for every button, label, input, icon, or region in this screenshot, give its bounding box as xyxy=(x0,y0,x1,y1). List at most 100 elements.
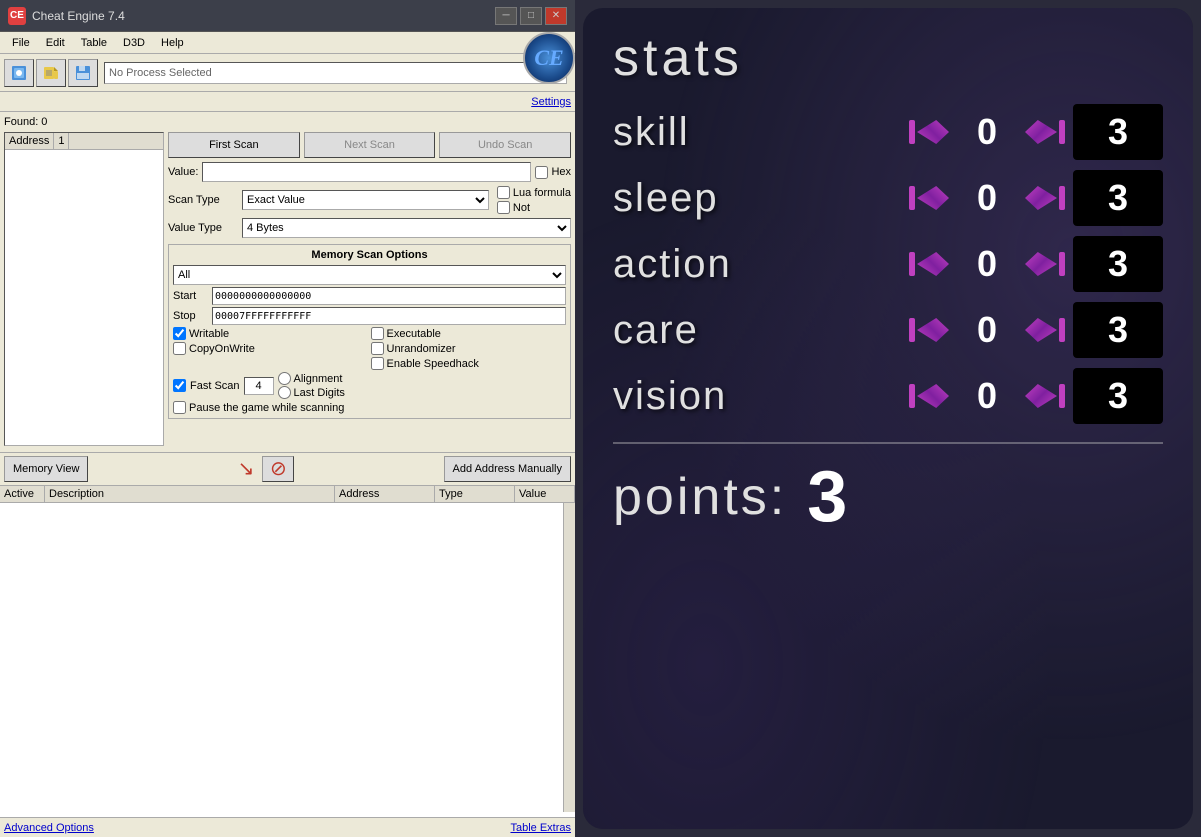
skill-left-arrow-icon xyxy=(917,120,949,144)
close-button[interactable]: ✕ xyxy=(545,7,567,25)
value-col-header: 1 xyxy=(54,133,69,149)
pause-checkbox[interactable] xyxy=(173,401,186,414)
skill-decrement-button[interactable] xyxy=(909,120,949,144)
pause-row: Pause the game while scanning xyxy=(173,401,566,414)
skill-label: skill xyxy=(613,110,833,155)
table-scrollbar[interactable] xyxy=(563,503,575,813)
open-file-button[interactable] xyxy=(36,59,66,87)
menu-table[interactable]: Table xyxy=(73,35,115,51)
table-rows-area[interactable] xyxy=(0,503,563,813)
settings-label[interactable]: Settings xyxy=(531,96,571,108)
open-process-button[interactable] xyxy=(4,59,34,87)
speedhack-checkbox[interactable] xyxy=(371,357,384,370)
copy-on-write-label: CopyOnWrite xyxy=(189,343,255,355)
vision-increment-button[interactable] xyxy=(1025,384,1065,408)
vision-box: 3 xyxy=(1073,368,1163,424)
found-count: Found: 0 xyxy=(4,116,571,128)
minimize-button[interactable]: ─ xyxy=(495,7,517,25)
fast-scan-checkbox[interactable] xyxy=(173,379,186,392)
speedhack-row: Enable Speedhack xyxy=(371,357,567,370)
fast-scan-label: Fast Scan xyxy=(190,380,240,392)
fast-scan-value-input[interactable] xyxy=(244,377,274,395)
address-list-scroll[interactable] xyxy=(5,150,163,445)
scan-buttons: First Scan Next Scan Undo Scan xyxy=(168,132,571,158)
value-row: Value: Hex xyxy=(168,162,571,182)
vision-decrement-button[interactable] xyxy=(909,384,949,408)
vision-increment-bar xyxy=(1059,384,1065,408)
scan-type-row: Scan Type Exact Value Lua formula Not xyxy=(168,186,571,214)
address-table: Active Description Address Type Value xyxy=(0,485,575,818)
sleep-box: 3 xyxy=(1073,170,1163,226)
cheat-engine-window: CE Cheat Engine 7.4 ─ □ ✕ File Edit Tabl… xyxy=(0,0,575,837)
scan-type-select[interactable]: Exact Value xyxy=(242,190,489,210)
action-right-arrow-icon xyxy=(1025,252,1057,276)
action-decrement-bar xyxy=(909,252,915,276)
skill-increment-button[interactable] xyxy=(1025,120,1065,144)
alignment-radio[interactable] xyxy=(278,372,291,385)
action-decrement-button[interactable] xyxy=(909,252,949,276)
menu-file[interactable]: File xyxy=(4,35,38,51)
table-desc-header: Description xyxy=(45,486,335,502)
sleep-increment-button[interactable] xyxy=(1025,186,1065,210)
first-scan-button[interactable]: First Scan xyxy=(168,132,300,158)
ce-main-area: Found: 0 Address 1 First Scan Next Scan … xyxy=(0,112,575,452)
care-right-arrow-icon xyxy=(1025,318,1057,342)
unrandomizer-label: Unrandomizer xyxy=(387,343,456,355)
skill-value: 0 xyxy=(957,111,1017,153)
writable-checkbox[interactable] xyxy=(173,327,186,340)
care-decrement-button[interactable] xyxy=(909,318,949,342)
advanced-options-label[interactable]: Advanced Options xyxy=(4,822,510,834)
care-label: care xyxy=(613,308,833,353)
save-button[interactable] xyxy=(68,59,98,87)
action-left-arrow-icon xyxy=(917,252,949,276)
start-input[interactable] xyxy=(212,287,566,305)
copy-on-write-checkbox[interactable] xyxy=(173,342,186,355)
scan-area: Address 1 First Scan Next Scan Undo Scan… xyxy=(4,132,571,446)
table-type-header: Type xyxy=(435,486,515,502)
menu-edit[interactable]: Edit xyxy=(38,35,73,51)
status-bar: Advanced Options Table Extras xyxy=(0,817,575,837)
hex-label: Hex xyxy=(551,166,571,178)
add-address-button[interactable]: Add Address Manually xyxy=(444,456,571,482)
action-increment-button[interactable] xyxy=(1025,252,1065,276)
maximize-button[interactable]: □ xyxy=(520,7,542,25)
care-decrement-bar xyxy=(909,318,915,342)
last-digits-radio[interactable] xyxy=(278,386,291,399)
action-row: action 0 3 xyxy=(613,236,1163,292)
menu-bar: File Edit Table D3D Help xyxy=(0,32,575,54)
sleep-decrement-button[interactable] xyxy=(909,186,949,210)
memory-region-select[interactable]: All xyxy=(173,265,566,285)
lua-formula-checkbox[interactable] xyxy=(497,186,510,199)
skill-increment-bar xyxy=(1059,120,1065,144)
stop-input[interactable] xyxy=(212,307,566,325)
cancel-scan-button[interactable]: ⊘ xyxy=(262,456,294,482)
table-active-header: Active xyxy=(0,486,45,502)
writable-row: Writable xyxy=(173,327,369,340)
value-input[interactable] xyxy=(202,162,531,182)
vision-right-arrow-icon xyxy=(1025,384,1057,408)
care-increment-button[interactable] xyxy=(1025,318,1065,342)
process-selector[interactable]: No Process Selected xyxy=(104,62,567,84)
alignment-label: Alignment xyxy=(294,373,343,385)
last-digits-row: Last Digits xyxy=(278,386,345,399)
value-type-select[interactable]: 4 Bytes xyxy=(242,218,571,238)
fast-scan-row: Fast Scan Alignment Last Digits xyxy=(173,372,566,399)
address-list-header: Address 1 xyxy=(5,133,163,150)
memory-view-button[interactable]: Memory View xyxy=(4,456,88,482)
menu-d3d[interactable]: D3D xyxy=(115,35,153,51)
next-scan-button[interactable]: Next Scan xyxy=(304,132,436,158)
unrandomizer-checkbox[interactable] xyxy=(371,342,384,355)
vision-left-arrow-icon xyxy=(917,384,949,408)
undo-scan-button[interactable]: Undo Scan xyxy=(439,132,571,158)
copy-on-write-row: CopyOnWrite xyxy=(173,342,369,355)
table-extras-label[interactable]: Table Extras xyxy=(510,822,571,834)
executable-checkbox[interactable] xyxy=(371,327,384,340)
menu-help[interactable]: Help xyxy=(153,35,192,51)
writable-label: Writable xyxy=(189,328,229,340)
sleep-controls: 0 3 xyxy=(909,170,1163,226)
scan-panel: First Scan Next Scan Undo Scan Value: He… xyxy=(168,132,571,446)
executable-label: Executable xyxy=(387,328,441,340)
not-checkbox[interactable] xyxy=(497,201,510,214)
executable-row: Executable xyxy=(371,327,567,340)
hex-checkbox[interactable] xyxy=(535,166,548,179)
